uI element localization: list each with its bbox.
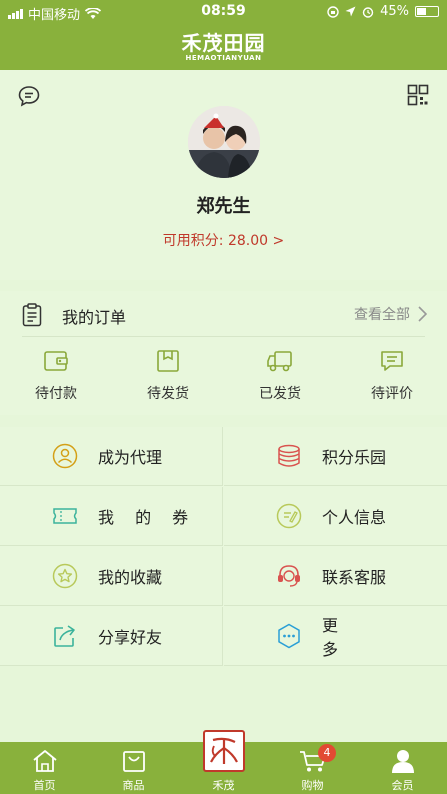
seal-logo-icon [203,730,245,772]
menu-customer-service[interactable]: 联系客服 [224,547,447,606]
home-icon [32,750,57,772]
menu-become-agent[interactable]: 成为代理 [0,427,223,486]
menu-label: 更 多 [322,616,379,659]
status-bar: 中国移动 08:59 45% [0,0,447,24]
orders-title: 我的订单 [62,308,127,327]
chevron-right-icon [418,306,427,322]
menu-label: 成为代理 [98,448,163,467]
share-icon [54,625,75,647]
wallet-icon [44,351,68,371]
tab-label: 商品 [122,779,145,792]
tab-cart[interactable]: 4 购物 [268,742,357,794]
menu-personal-info[interactable]: 个人信息 [224,487,447,546]
tab-home[interactable]: 首页 [0,742,89,794]
battery-icon [415,6,439,17]
tab-member[interactable]: 会员 [358,742,447,794]
more-icon [278,623,300,649]
alarm-icon [362,6,374,18]
tab-label: 会员 [391,779,414,792]
order-status-pending-review[interactable]: 待评价 [336,349,447,403]
view-all-label: 查看全部 [354,307,410,323]
menu-label: 我 的 券 [98,508,197,527]
menu-my-favorites[interactable]: 我的收藏 [0,547,223,606]
menu-label: 联系客服 [322,568,387,587]
view-all-orders-link[interactable]: 查看全部 [354,304,427,324]
divider [22,336,425,337]
tab-label: 禾茂 [212,779,235,792]
agent-icon [52,443,78,469]
order-status-label: 待发货 [147,386,189,402]
tab-label: 首页 [33,779,56,792]
menu-label: 分享好友 [98,628,163,647]
coupon-icon [53,508,77,524]
bag-icon [122,751,145,772]
menu-label: 积分乐园 [322,448,387,467]
logo-text-cn: 禾茂田园 [181,30,266,55]
orders-header[interactable]: 我的订单 查看全部 [0,291,447,337]
comment-icon [381,351,403,371]
order-status-pending-shipment[interactable]: 待发货 [112,349,224,403]
tab-label: 购物 [301,779,324,792]
order-status-label: 待评价 [371,386,413,402]
menu-more[interactable]: 更 多 [224,607,447,666]
member-icon [391,750,414,773]
menu-my-coupons[interactable]: 我 的 券 [0,487,223,546]
orders-section: 我的订单 查看全部 待付款 待发货 已发货 待评价 [0,291,447,415]
qr-code-icon[interactable] [407,84,429,106]
avatar[interactable] [188,106,260,178]
tab-products[interactable]: 商品 [89,742,178,794]
menu-label: 我的收藏 [98,568,163,587]
logo-text-en: HEMAOTIANYUAN [185,53,262,62]
package-icon [157,350,179,372]
coins-icon [278,444,300,467]
rotation-lock-icon [327,5,339,18]
message-icon[interactable] [17,84,41,108]
menu-grid: 成为代理 积分乐园 我 的 券 个人信息 我的收藏 联系客服 分享好友 更 多 [0,427,447,666]
user-name: 郑先生 [196,196,251,217]
brand-logo: 禾茂田园 HEMAOTIANYUAN [182,32,266,63]
location-icon [345,6,356,17]
order-status-label: 已发货 [259,386,301,402]
truck-icon [267,351,292,372]
tab-bar: 首页 商品 禾茂 4 购物 会员 [0,730,447,794]
battery-percent: 45% [380,4,409,19]
profile-section: 郑先生 可用积分: 28.00 > [0,70,447,280]
order-status-label: 待付款 [35,386,77,402]
cart-badge: 4 [318,744,336,762]
order-status-pending-payment[interactable]: 待付款 [0,349,112,403]
order-status-shipped[interactable]: 已发货 [224,349,336,403]
menu-share-friends[interactable]: 分享好友 [0,607,223,666]
menu-points-park[interactable]: 积分乐园 [224,427,447,486]
profile-edit-icon [276,503,302,529]
points-link[interactable]: 可用积分: 28.00 > [0,230,447,250]
star-icon [52,563,78,589]
headset-icon [278,565,300,587]
tab-hemao[interactable]: 禾茂 [179,730,268,794]
top-bar: 禾茂田园 HEMAOTIANYUAN [0,24,447,70]
clipboard-icon [22,303,42,327]
menu-label: 个人信息 [322,508,387,527]
